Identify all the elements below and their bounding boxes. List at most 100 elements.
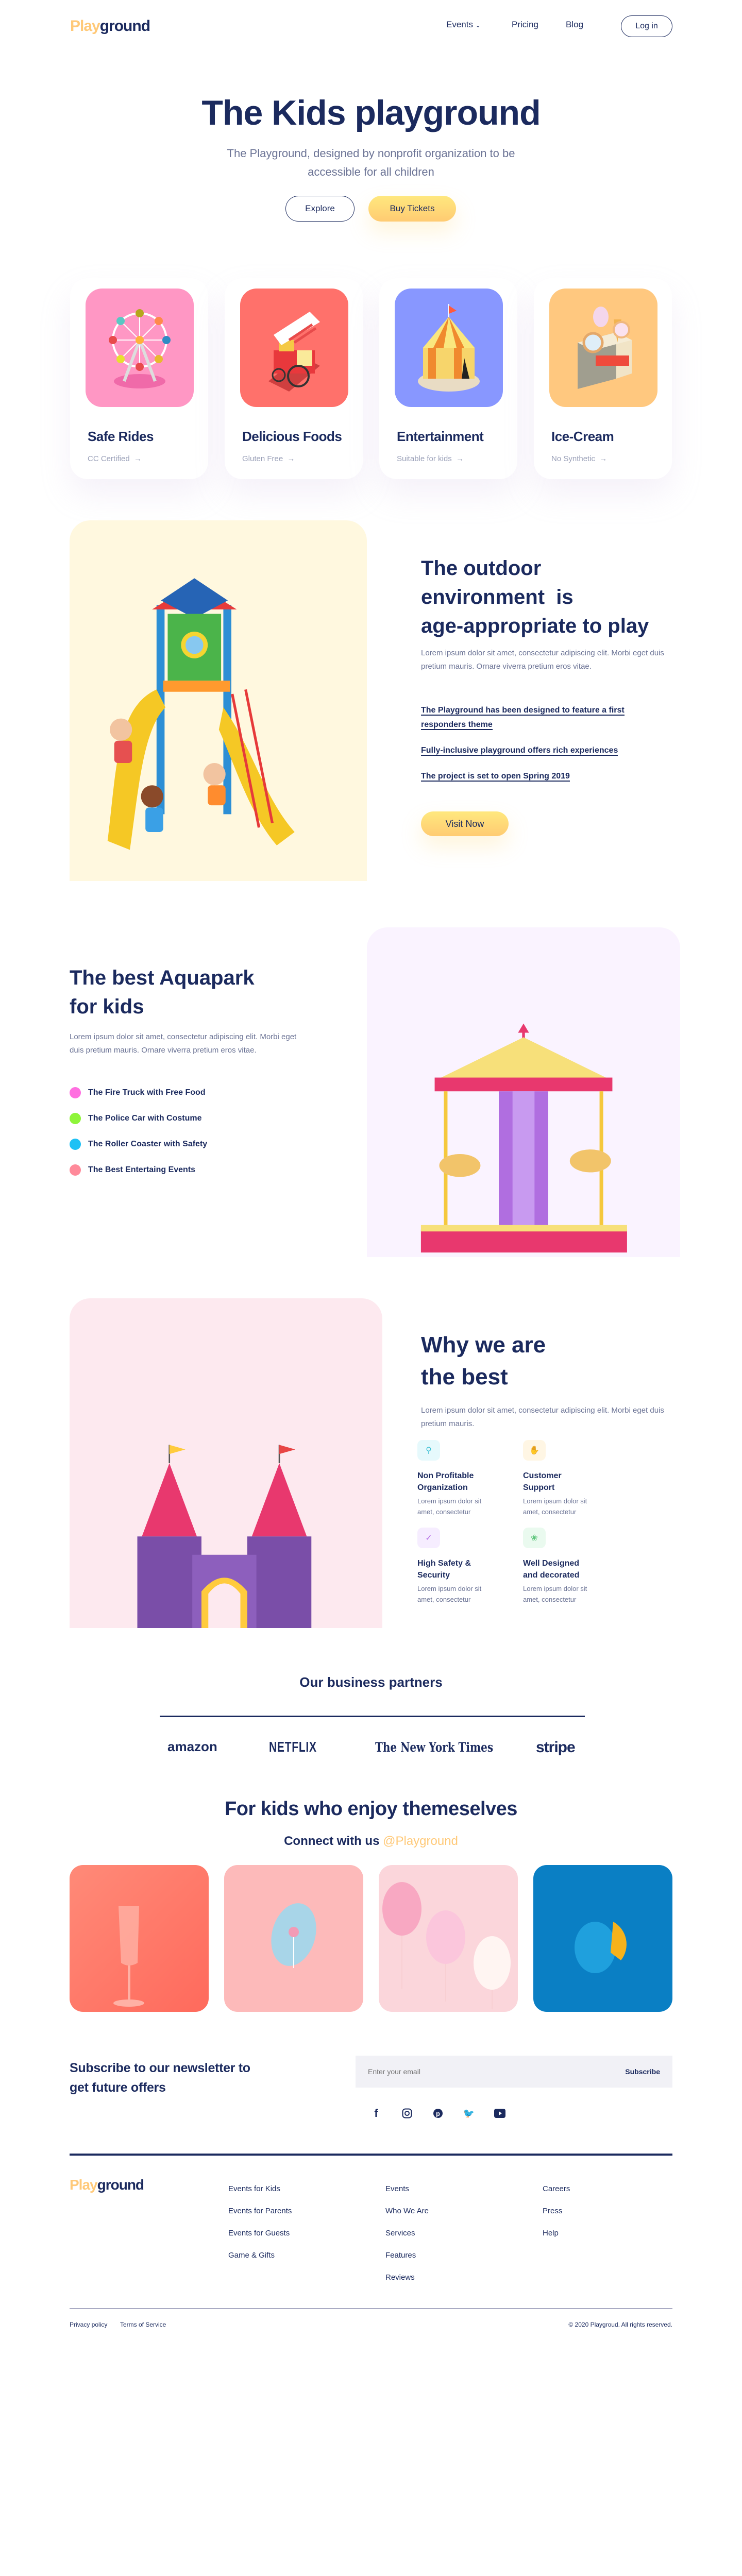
footer-link[interactable]: Careers — [543, 2184, 570, 2193]
footer-link[interactable]: Events for Guests — [228, 2229, 290, 2238]
bullet-dot — [70, 1087, 81, 1098]
social-handle-link[interactable]: @Playground — [383, 1834, 458, 1848]
footer-link[interactable]: Services — [385, 2229, 415, 2238]
outdoor-body: Lorem ipsum dolor sit amet, consectetur … — [421, 649, 664, 671]
login-button[interactable]: Log in — [621, 15, 672, 37]
logo-part: ground — [99, 18, 150, 35]
list-item: The Police Car with Costume — [70, 1113, 201, 1124]
card-link[interactable]: Gluten Free → — [242, 454, 295, 463]
feature-desc: amet, consectetur — [417, 1596, 471, 1603]
partners-title: Our business partners — [299, 1674, 443, 1690]
feature-card[interactable]: Entertainment Suitable for kids → — [379, 278, 517, 479]
feature-item: ❀ Well Designed and decorated Lorem ipsum… — [523, 1528, 626, 1605]
footer-link[interactable]: Reviews — [385, 2273, 415, 2282]
money-jar-icon: ⚲ — [417, 1440, 440, 1461]
outdoor-link[interactable]: The project is set to open Spring 2019 — [421, 772, 570, 782]
card-link[interactable]: No Synthetic → — [551, 454, 607, 463]
feature-title: Support — [523, 1483, 555, 1492]
gallery-image-orange[interactable] — [533, 1865, 672, 2012]
footer-link[interactable]: Events — [385, 2184, 409, 2193]
feature-desc: Lorem ipsum dolor sit — [417, 1497, 482, 1505]
card-link[interactable]: CC Certified → — [88, 454, 142, 463]
nav-events[interactable]: Events ⌄ — [446, 20, 481, 30]
arrow-right-icon: → — [131, 454, 142, 463]
food-cart-icon — [240, 289, 348, 407]
twitter-icon[interactable]: 🐦 — [463, 2107, 475, 2120]
circus-tent-icon — [395, 289, 503, 407]
privacy-link[interactable]: Privacy policy — [70, 2321, 107, 2328]
arrow-right-icon: → — [453, 454, 464, 463]
gallery-image-glass[interactable] — [70, 1865, 209, 2012]
email-input[interactable] — [368, 2067, 626, 2076]
shield-check-icon: ✓ — [417, 1528, 440, 1548]
pinterest-icon[interactable]: p — [432, 2107, 444, 2120]
outdoor-link[interactable]: Fully-inclusive playground offers rich e… — [421, 746, 618, 756]
bullet-dot — [70, 1164, 81, 1176]
title-line: The outdoor — [421, 557, 542, 580]
title-line: The best Aquapark — [70, 967, 255, 989]
aquapark-body: Lorem ipsum dolor sit amet, consectetur … — [70, 1032, 297, 1055]
feature-card[interactable]: Ice-Cream No Synthetic → — [534, 278, 672, 479]
logo-part: Play — [70, 2177, 98, 2193]
footer-logo[interactable]: Playground — [70, 2177, 144, 2193]
ice-cream-stand-icon — [549, 289, 657, 407]
svg-text:p: p — [436, 2110, 440, 2117]
feature-title: Security — [417, 1571, 450, 1580]
feature-item: ✋ Customer Support Lorem ipsum dolor sit a… — [523, 1440, 626, 1517]
newsletter-form: Subscribe — [356, 2056, 672, 2088]
title-line: Subscribe to our newsletter to — [70, 2061, 250, 2075]
footer-link[interactable]: Help — [543, 2229, 559, 2238]
subtitle-line: accessible for all children — [308, 165, 434, 178]
outdoor-links: The Playground has been designed to feat… — [421, 703, 663, 784]
logo[interactable]: Playground — [70, 18, 150, 35]
title-line: environment is — [421, 586, 574, 608]
footer-link[interactable]: Game & Gifts — [228, 2251, 275, 2260]
bullet-dot — [70, 1139, 81, 1150]
footer-link[interactable]: Who We Are — [385, 2207, 429, 2215]
gallery-image-balloons[interactable] — [379, 1865, 518, 2012]
list-item: The Roller Coaster with Safety — [70, 1139, 207, 1150]
hero-subtitle: The Playground, designed by nonprofit or… — [0, 144, 742, 181]
terms-link[interactable]: Terms of Service — [120, 2321, 166, 2328]
item-label: The Police Car with Costume — [88, 1114, 202, 1123]
newsletter-title: Subscribe to our newsletter to get future… — [70, 2058, 250, 2097]
feature-desc: Lorem ipsum dolor sit — [523, 1497, 587, 1505]
facebook-icon[interactable]: f — [370, 2107, 382, 2120]
title-line: Why we are — [421, 1332, 546, 1358]
feature-title: and decorated — [523, 1571, 580, 1580]
feature-desc: amet, consectetur — [523, 1508, 577, 1516]
logo-part: Play — [70, 18, 100, 35]
card-link[interactable]: Suitable for kids → — [397, 454, 464, 463]
feature-desc: amet, consectetur — [523, 1596, 577, 1603]
gallery-image-lollipop[interactable] — [224, 1865, 363, 2012]
footer-link[interactable]: Events for Kids — [228, 2184, 280, 2193]
subtitle-line: The Playground, designed by nonprofit or… — [227, 147, 515, 160]
nav-pricing[interactable]: Pricing — [512, 20, 538, 30]
connect-text: Connect with us — [284, 1834, 380, 1848]
visit-now-button[interactable]: Visit Now — [421, 811, 509, 836]
subscribe-button[interactable]: Subscribe — [625, 2067, 660, 2076]
nav-blog[interactable]: Blog — [566, 20, 583, 30]
partner-logo-amazon: amazon — [167, 1739, 217, 1754]
instagram-icon[interactable] — [401, 2107, 413, 2120]
copyright: © 2020 Playgroud. All rights reserved. — [568, 2321, 672, 2328]
card-title: Entertainment — [397, 429, 484, 444]
feature-card[interactable]: Safe Rides CC Certified → — [70, 278, 208, 479]
buy-tickets-button[interactable]: Buy Tickets — [368, 196, 456, 222]
outdoor-link[interactable]: The Playground has been designed to feat… — [421, 706, 625, 730]
partner-logo-netflix: NETFLIX — [269, 1739, 317, 1755]
gallery-title: For kids who enjoy themeselves — [225, 1798, 517, 1820]
footer-link[interactable]: Events for Parents — [228, 2207, 292, 2215]
card-sub: CC Certified — [88, 454, 130, 463]
partner-logo-nyt: The New York Times — [375, 1740, 494, 1755]
explore-button[interactable]: Explore — [285, 196, 355, 222]
castle-illustration — [70, 1298, 382, 1628]
item-label: The Fire Truck with Free Food — [88, 1088, 206, 1097]
footer-link[interactable]: Features — [385, 2251, 416, 2260]
youtube-icon[interactable] — [494, 2107, 505, 2120]
nav-label: Events — [446, 20, 473, 29]
feature-desc: Lorem ipsum dolor sit — [523, 1585, 587, 1592]
outdoor-title: The outdoor environment is age-appropriate… — [421, 554, 689, 640]
feature-card[interactable]: Delicious Foods Gluten Free → — [225, 278, 363, 479]
footer-link[interactable]: Press — [543, 2207, 562, 2215]
